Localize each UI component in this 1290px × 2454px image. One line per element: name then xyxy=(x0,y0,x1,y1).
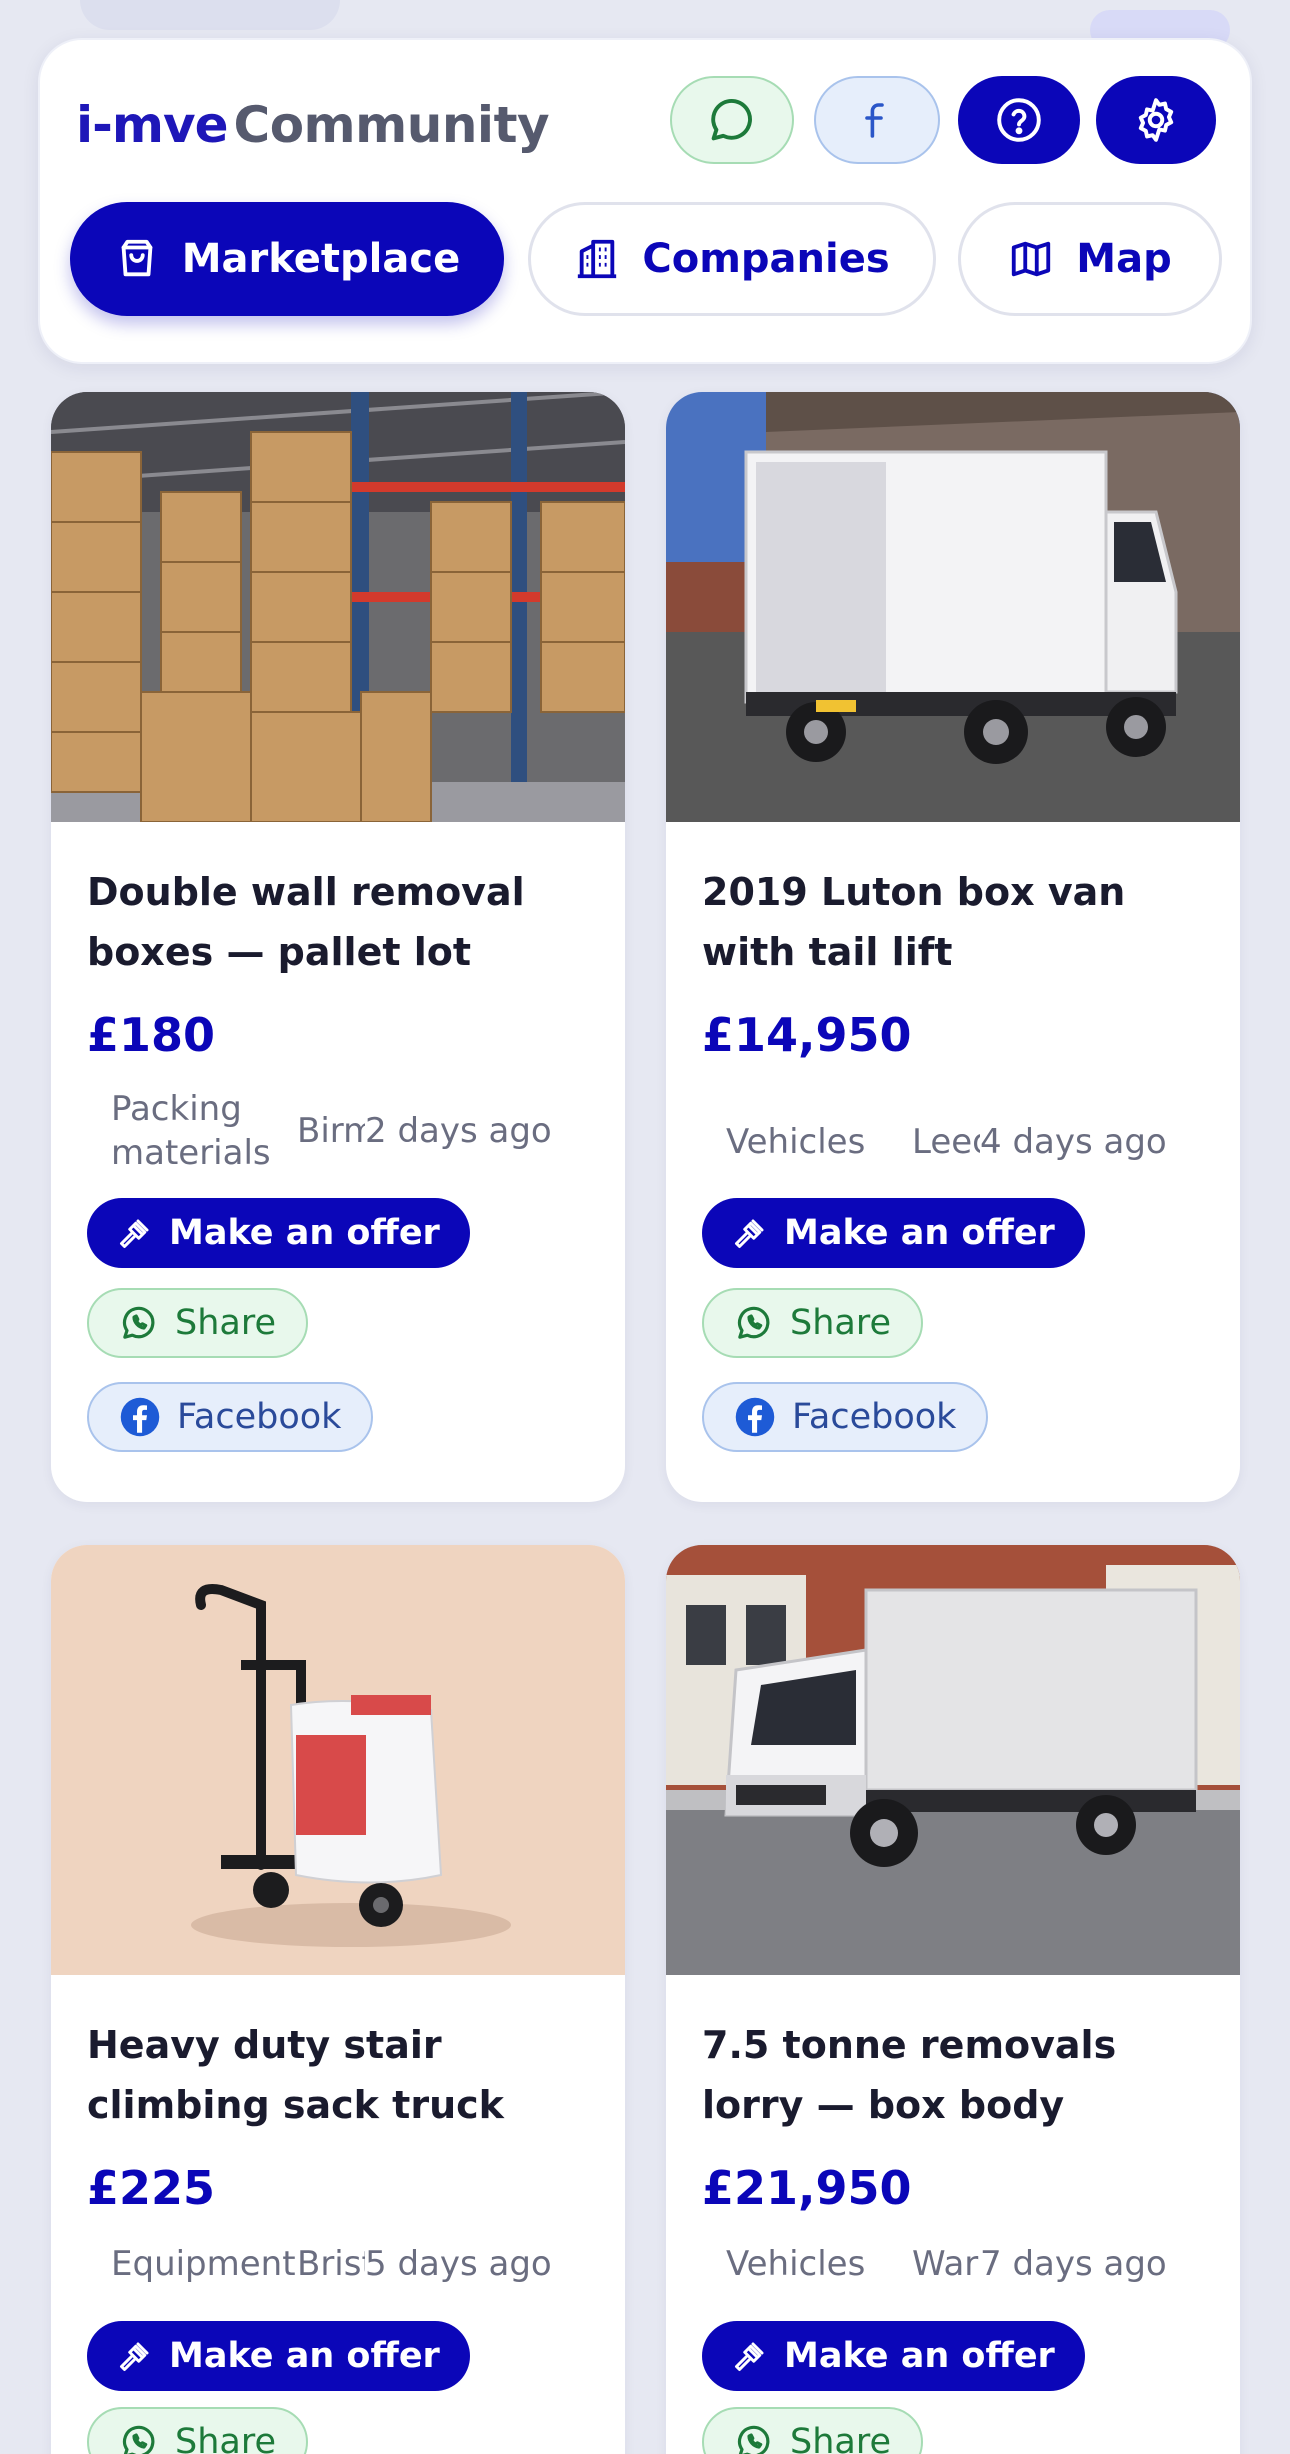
sack-truck-photo xyxy=(51,1545,625,1975)
shopping-bag-icon xyxy=(121,239,153,277)
tab-companies[interactable]: Companies xyxy=(528,202,936,316)
make-offer-button[interactable]: Make an offer xyxy=(702,1198,1085,1268)
listing-title[interactable]: 2019 Luton box van with tail lift xyxy=(702,862,1212,982)
listing-meta: Vehicles Leeds 4 days ago xyxy=(702,1098,1212,1186)
listing-meta: Packing materials Birmingham 2 days ago xyxy=(87,1076,597,1186)
whatsapp-icon xyxy=(737,1306,770,1339)
listing-category: Equipment xyxy=(111,2244,296,2284)
share-whatsapp-button[interactable]: Share xyxy=(87,1288,309,1358)
listing-price: £21,950 xyxy=(702,2161,912,2215)
share-whatsapp-button[interactable]: Share xyxy=(702,1288,924,1358)
facebook-icon xyxy=(865,103,884,138)
listing-category: Vehicles xyxy=(726,1122,866,1162)
share-facebook-button[interactable]: Facebook xyxy=(702,1382,989,1452)
listing-title[interactable]: 7.5 tonne removals lorry — box body xyxy=(702,2015,1212,2135)
tab-label: Companies xyxy=(642,236,890,282)
share-label: Share xyxy=(790,1303,892,1343)
facebook-label: Facebook xyxy=(792,1397,957,1437)
listing-age: 7 days ago xyxy=(980,2244,1167,2284)
tab-label: Marketplace xyxy=(181,236,461,282)
gavel-icon xyxy=(120,1219,149,1248)
listing-location: Birmingham xyxy=(297,1111,365,1151)
listing-category: Vehicles xyxy=(726,2244,866,2284)
share-facebook-button[interactable]: Facebook xyxy=(87,1382,374,1452)
facebook-icon xyxy=(735,1397,775,1437)
listing-card[interactable]: Double wall removal boxes — pallet lot £… xyxy=(51,392,625,1502)
help-icon xyxy=(997,98,1041,142)
removals-lorry-photo xyxy=(666,1545,1240,1975)
share-label: Share xyxy=(175,1303,277,1343)
whatsapp-icon xyxy=(711,99,752,141)
settings-icon xyxy=(1138,98,1174,142)
brand-name-secondary: Community xyxy=(233,96,550,154)
gavel-icon xyxy=(120,2342,149,2371)
make-offer-button[interactable]: Make an offer xyxy=(87,1198,470,1268)
help-button[interactable] xyxy=(958,76,1080,164)
brand-logo[interactable]: i-mve Community xyxy=(76,96,550,156)
listing-price: £225 xyxy=(87,2161,216,2215)
listing-meta: Vehicles Warrington 7 days ago xyxy=(702,2229,1212,2299)
listing-meta: Equipment Bristol 5 days ago xyxy=(87,2229,597,2299)
listing-card[interactable]: 7.5 tonne removals lorry — box body £21,… xyxy=(666,1545,1240,2454)
listing-title[interactable]: Heavy duty stair climbing sack truck xyxy=(87,2015,597,2135)
map-icon xyxy=(1012,241,1051,277)
brand-name-primary: i-mve xyxy=(76,96,228,154)
whatsapp-button[interactable] xyxy=(670,76,794,164)
listing-card[interactable]: 2019 Luton box van with tail lift £14,95… xyxy=(666,392,1240,1502)
building-icon xyxy=(578,239,617,279)
listing-category: Packing materials xyxy=(111,1089,271,1173)
whatsapp-icon xyxy=(737,2425,770,2454)
make-offer-button[interactable]: Make an offer xyxy=(702,2321,1085,2391)
tab-label: Map xyxy=(1076,236,1172,282)
gavel-icon xyxy=(735,2342,764,2371)
listing-age: 2 days ago xyxy=(365,1111,552,1151)
listing-age: 4 days ago xyxy=(980,1122,1167,1162)
facebook-icon xyxy=(120,1397,160,1437)
tab-marketplace[interactable]: Marketplace xyxy=(70,202,504,316)
facebook-label: Facebook xyxy=(177,1397,342,1437)
whatsapp-icon xyxy=(122,2425,155,2454)
listing-age: 5 days ago xyxy=(365,2244,552,2284)
white-luton-box-van-photo xyxy=(666,392,1240,822)
tab-map[interactable]: Map xyxy=(958,202,1222,316)
offer-label: Make an offer xyxy=(784,1213,1055,1253)
whatsapp-icon xyxy=(122,1306,155,1339)
listing-location: Bristol xyxy=(297,2244,365,2284)
listing-location: Warrington xyxy=(912,2244,980,2284)
stacked-cardboard-boxes-photo xyxy=(51,392,625,822)
share-whatsapp-button[interactable]: Share xyxy=(87,2407,309,2454)
listing-card[interactable]: Heavy duty stair climbing sack truck £22… xyxy=(51,1545,625,2454)
app-header: i-mve Community Marketplace Companies Ma… xyxy=(38,38,1252,364)
listing-location: Leeds xyxy=(912,1122,980,1162)
share-label: Share xyxy=(175,2422,277,2454)
facebook-button[interactable] xyxy=(814,76,940,164)
share-label: Share xyxy=(790,2422,892,2454)
offer-label: Make an offer xyxy=(784,2336,1055,2376)
make-offer-button[interactable]: Make an offer xyxy=(87,2321,470,2391)
gavel-icon xyxy=(735,1219,764,1248)
background-blob xyxy=(80,0,340,30)
offer-label: Make an offer xyxy=(169,1213,440,1253)
share-whatsapp-button[interactable]: Share xyxy=(702,2407,924,2454)
listing-price: £180 xyxy=(87,1008,216,1062)
listing-price: £14,950 xyxy=(702,1008,912,1062)
listing-title[interactable]: Double wall removal boxes — pallet lot xyxy=(87,862,597,982)
offer-label: Make an offer xyxy=(169,2336,440,2376)
settings-button[interactable] xyxy=(1096,76,1216,164)
